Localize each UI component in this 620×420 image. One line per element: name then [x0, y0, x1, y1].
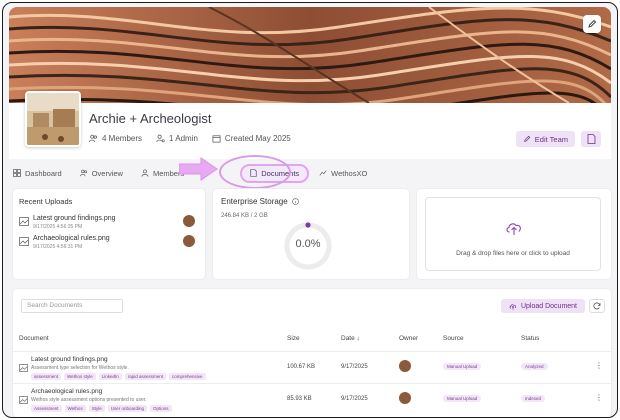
refresh-button[interactable]: [589, 299, 605, 313]
pencil-icon: [588, 19, 597, 28]
app-frame: Archie + Archeologist 4 Members 1 Admin …: [2, 2, 618, 418]
search-documents-input[interactable]: Search Documents: [21, 299, 123, 313]
tag: comprehensive: [169, 373, 206, 380]
col-size[interactable]: Size: [287, 335, 300, 342]
refresh-icon: [593, 302, 601, 310]
team-name: Archie + Archeologist: [89, 111, 212, 126]
owner-avatar: [399, 392, 411, 404]
edit-banner-button[interactable]: [583, 15, 601, 33]
team-document-button[interactable]: [581, 131, 601, 147]
document-icon: [587, 134, 595, 144]
tab-overview[interactable]: Overview: [79, 169, 123, 178]
tag-list: assessment Wethos style LinkedIn rapid a…: [31, 373, 206, 380]
cloud-upload-icon: [506, 223, 521, 235]
sort-down-icon: ↓: [356, 335, 360, 342]
tag-list: Assessment Wethos Style User onboarding …: [31, 405, 172, 412]
upload-dropzone-card: Drag & drop files here or click to uploa…: [417, 189, 611, 279]
documents-card: Search Documents Upload Document Documen…: [13, 289, 611, 417]
storage-card: Enterprise Storage 246.84 KB / 2 GB 0.0%: [213, 189, 409, 279]
tab-members[interactable]: Members: [141, 169, 184, 178]
tag: rapid assessment: [124, 373, 166, 380]
team-meta: 4 Members 1 Admin Created May 2025: [89, 134, 291, 143]
team-header: Archie + Archeologist 4 Members 1 Admin …: [9, 91, 611, 159]
uploader-avatar: [183, 235, 195, 247]
tag: Style: [88, 405, 105, 412]
status-badge: Analyzed: [521, 363, 548, 370]
edit-team-button[interactable]: Edit Team: [515, 131, 575, 147]
pencil-icon: [523, 135, 531, 142]
recent-upload-item[interactable]: Latest ground findings.png 9/17/2025 4:5…: [19, 215, 199, 237]
tag: User onboarding: [107, 405, 147, 412]
members-count: 4 Members: [89, 134, 142, 143]
recent-upload-item[interactable]: Archaeological rules.png 9/17/2025 4:56:…: [19, 235, 199, 257]
tag: Assessment: [31, 405, 62, 412]
col-date[interactable]: Date ↓: [341, 335, 360, 342]
table-row[interactable]: Archaeological rules.png Wethos style as…: [13, 383, 611, 413]
source-badge: Manual Upload: [443, 395, 482, 402]
storage-indicator-dot: [305, 222, 311, 228]
owner-avatar: [399, 360, 411, 372]
team-avatar: [25, 91, 81, 147]
col-document[interactable]: Document: [19, 335, 49, 342]
tab-wethosxo[interactable]: WethosXO: [319, 169, 367, 178]
created-date: Created May 2025: [212, 134, 291, 143]
col-status[interactable]: Status: [521, 335, 539, 342]
callout-arrow: [179, 157, 218, 181]
calendar-icon: [212, 135, 221, 143]
storage-gauge: 0.0%: [283, 221, 333, 271]
recent-uploads-title: Recent Uploads: [19, 197, 73, 206]
col-owner[interactable]: Owner: [399, 335, 418, 342]
cloud-upload-icon: [509, 303, 517, 310]
recent-uploads-card: Recent Uploads Latest ground findings.pn…: [13, 189, 205, 279]
banner-image: [9, 7, 611, 103]
more-options-icon[interactable]: ⋮: [595, 393, 603, 402]
storage-title: Enterprise Storage: [221, 197, 299, 206]
more-options-icon[interactable]: ⋮: [595, 361, 603, 370]
documents-highlight-ring: [219, 155, 291, 189]
tag: Wethos style: [64, 373, 96, 380]
uploader-avatar: [183, 215, 195, 227]
upload-document-button[interactable]: Upload Document: [500, 299, 585, 313]
image-file-icon: [19, 364, 28, 372]
admins-count: 1 Admin: [156, 134, 198, 143]
user-icon: [141, 169, 149, 177]
storage-used: 246.84 KB / 2 GB: [221, 213, 268, 219]
tag: Wethos: [64, 405, 86, 412]
status-badge: Indexed: [521, 395, 546, 402]
users-icon: [89, 134, 97, 143]
image-file-icon: [19, 217, 29, 226]
tab-dashboard[interactable]: Dashboard: [13, 169, 62, 178]
source-badge: Manual Upload: [443, 363, 482, 370]
upload-dropzone[interactable]: Drag & drop files here or click to uploa…: [425, 197, 601, 271]
table-row[interactable]: Latest ground findings.png Assessment ty…: [13, 351, 611, 381]
chart-icon: [319, 170, 327, 176]
image-file-icon: [19, 237, 29, 246]
tag: Options: [150, 405, 172, 412]
tag: assessment: [31, 373, 62, 380]
admin-icon: [156, 134, 165, 143]
col-source[interactable]: Source: [443, 335, 464, 342]
team-avatar-image: [27, 93, 79, 145]
users-icon: [79, 169, 87, 177]
storage-percent: 0.0%: [295, 238, 321, 250]
team-banner: [9, 7, 611, 103]
documents-table-header: Document Size Date ↓ Owner Source Status: [13, 335, 611, 347]
grid-icon: [13, 169, 21, 177]
image-file-icon: [19, 396, 28, 404]
tag: LinkedIn: [98, 373, 122, 380]
info-icon[interactable]: [291, 198, 299, 205]
